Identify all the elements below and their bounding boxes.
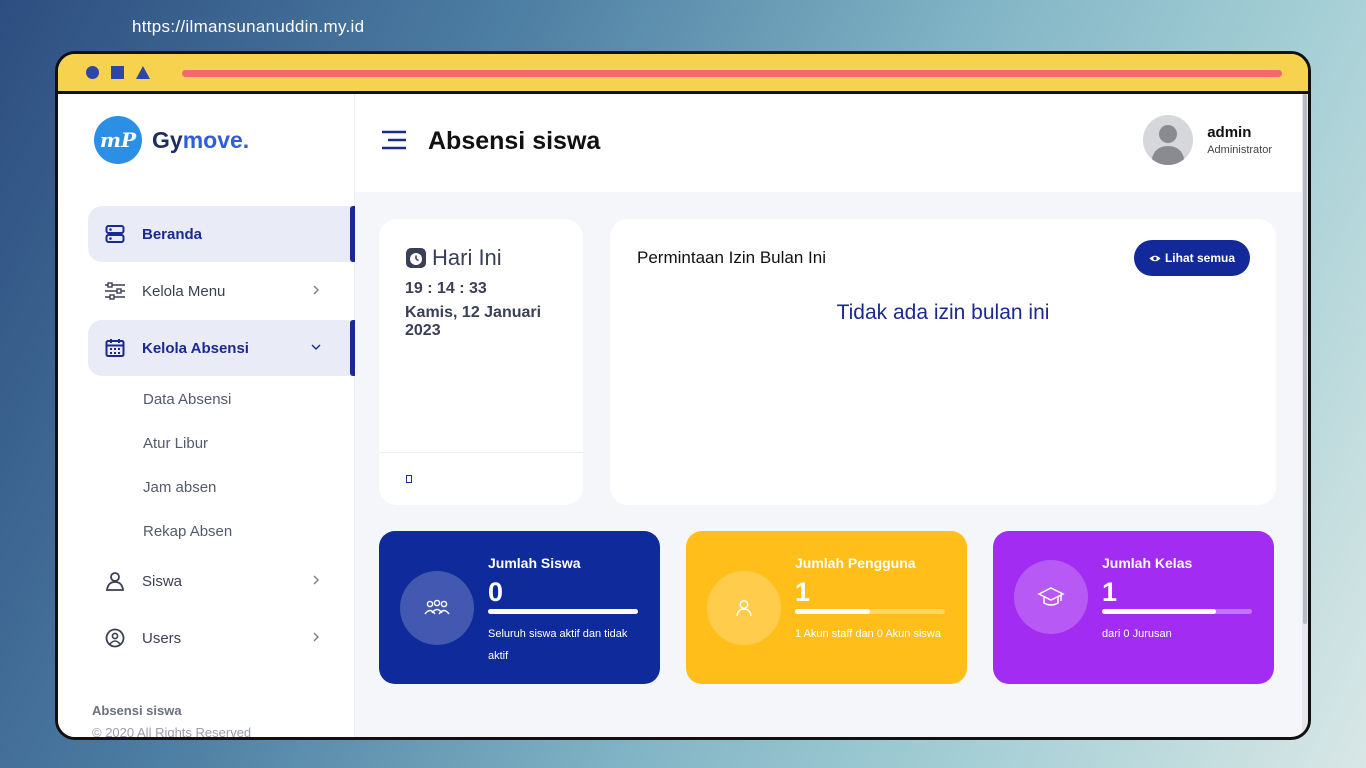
izin-card: Permintaan Izin Bulan Ini Lihat semua Ti… <box>610 219 1276 505</box>
stat-label: Jumlah Pengguna <box>795 555 916 571</box>
stat-description: 1 Akun staff dan 0 Akun siswa <box>795 628 941 640</box>
sidebar-item-label: Siswa <box>142 572 183 590</box>
brand-logo-icon: mP <box>94 116 142 164</box>
empty-state-text: Tidak ada izin bulan ini <box>836 301 1050 324</box>
stat-progress-bar <box>795 609 945 614</box>
sidebar-item-label: Kelola Absensi <box>142 339 249 357</box>
stat-card-kelas: Jumlah Kelas 1 dari 0 Jurusan <box>993 531 1274 684</box>
browser-window: mP Gymove. Beranda Kelola Menu Kelola Ab… <box>55 51 1311 740</box>
sidebar: mP Gymove. Beranda Kelola Menu Kelola Ab… <box>58 94 355 737</box>
sidebar-item-label: Beranda <box>142 225 203 243</box>
topbar-address-bar <box>182 70 1282 77</box>
scrollbar-thumb[interactable] <box>1303 94 1307 624</box>
stat-label: Jumlah Siswa <box>488 555 581 571</box>
dashboard-icon <box>104 223 126 245</box>
footer-copyright: © 2020 All Rights Reserved <box>92 725 252 740</box>
calendar-icon <box>104 337 126 359</box>
eye-icon <box>1149 255 1161 261</box>
user-name: admin <box>1207 124 1252 141</box>
main-content: Absensi siswa admin Administrator Hari I… <box>355 94 1308 737</box>
scrollbar[interactable] <box>1302 94 1308 737</box>
sidebar-subitem-atur-libur[interactable]: Atur Libur <box>88 421 355 465</box>
page-title: Absensi siswa <box>428 127 601 155</box>
square-shape-icon <box>111 66 124 79</box>
today-title: Hari Ini <box>432 245 502 270</box>
today-card: Hari Ini 19 : 14 : 33 Kamis, 12 Januari … <box>379 219 583 505</box>
hamburger-menu-icon[interactable] <box>382 130 406 150</box>
sidebar-subitem-data-absensi[interactable]: Data Absensi <box>88 377 355 421</box>
chevron-right-icon <box>313 632 319 642</box>
circle-shape-icon <box>86 66 99 79</box>
group-icon <box>400 571 474 645</box>
footer-title: Absensi siswa <box>92 703 182 718</box>
url-text: https://ilmansunanuddin.my.id <box>132 17 365 36</box>
view-all-button[interactable]: Lihat semua <box>1133 240 1250 276</box>
stat-value: 1 <box>795 577 811 607</box>
triangle-shape-icon <box>136 66 150 79</box>
page-header: Absensi siswa admin Administrator <box>355 94 1308 192</box>
stat-card-siswa: Jumlah Siswa 0 Seluruh siswa aktif dan t… <box>379 531 660 684</box>
graduation-cap-icon <box>1014 560 1088 634</box>
sidebar-item-users[interactable]: Users <box>88 610 355 666</box>
stat-card-pengguna: Jumlah Pengguna 1 1 Akun staff dan 0 Aku… <box>686 531 967 684</box>
window-topbar <box>58 54 1308 94</box>
sidebar-subitem-jam-absen[interactable]: Jam absen <box>88 465 355 509</box>
brand-name: Gymove. <box>152 126 250 153</box>
sidebar-item-kelola-absensi[interactable]: Kelola Absensi <box>88 320 355 376</box>
sidebar-item-siswa[interactable]: Siswa <box>88 553 355 609</box>
sidebar-item-beranda[interactable]: Beranda <box>88 206 355 262</box>
chevron-right-icon <box>313 285 319 295</box>
user-profile[interactable]: admin Administrator <box>1143 115 1272 165</box>
divider <box>379 452 583 453</box>
user-role: Administrator <box>1207 144 1272 156</box>
user-icon <box>707 571 781 645</box>
avatar <box>1143 115 1194 165</box>
sliders-icon <box>104 280 126 302</box>
users-icon <box>104 627 126 649</box>
stat-label: Jumlah Kelas <box>1102 555 1193 571</box>
stat-value: 1 <box>1102 577 1118 607</box>
chevron-right-icon <box>313 575 319 585</box>
placeholder-glyph-icon <box>406 475 412 483</box>
sidebar-item-label: Users <box>142 629 182 647</box>
current-date: Kamis, 12 Januari 2023 <box>405 304 542 339</box>
app-shell: mP Gymove. Beranda Kelola Menu Kelola Ab… <box>58 94 1308 737</box>
stat-description: Seluruh siswa aktif dan tidak aktif <box>488 628 628 662</box>
izin-title: Permintaan Izin Bulan Ini <box>637 248 826 267</box>
sidebar-item-kelola-menu[interactable]: Kelola Menu <box>88 263 355 319</box>
stat-value: 0 <box>488 577 504 607</box>
stat-progress-bar <box>1102 609 1252 614</box>
brand[interactable]: mP Gymove. <box>94 116 249 164</box>
sidebar-item-label: Kelola Menu <box>142 282 226 300</box>
sidebar-subitem-rekap-absen[interactable]: Rekap Absen <box>88 509 355 553</box>
student-icon <box>104 570 126 592</box>
stat-description: dari 0 Jurusan <box>1102 628 1172 640</box>
alarm-clock-icon <box>406 248 426 268</box>
stat-progress-bar <box>488 609 638 614</box>
sidebar-nav: Beranda Kelola Menu Kelola Absensi Data … <box>88 206 355 667</box>
chevron-down-icon <box>311 344 321 350</box>
current-time: 19 : 14 : 33 <box>405 280 487 297</box>
